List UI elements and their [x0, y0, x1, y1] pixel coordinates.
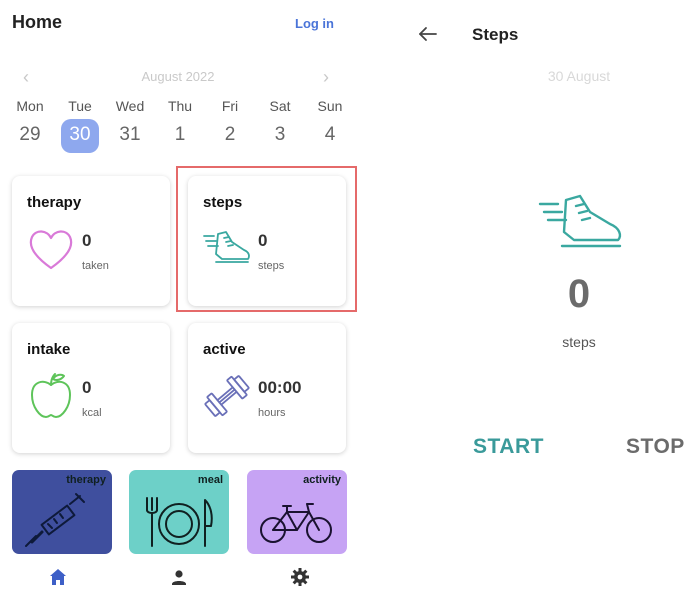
- activity-tile[interactable]: activity: [247, 470, 347, 554]
- card-title: intake: [27, 341, 71, 358]
- card-title: therapy: [27, 194, 82, 211]
- intake-value: 0: [82, 378, 92, 397]
- day-name: Tue: [68, 98, 92, 114]
- day-wed[interactable]: Wed 31: [106, 98, 154, 158]
- day-date: 3: [274, 124, 286, 145]
- back-arrow-icon[interactable]: [416, 22, 440, 46]
- apple-icon: [31, 373, 71, 418]
- intake-card[interactable]: intake 0 kcal: [12, 323, 170, 453]
- syringe-icon: [25, 493, 85, 547]
- steps-unit: steps: [562, 334, 596, 350]
- active-unit: hours: [258, 407, 286, 419]
- intake-unit: kcal: [82, 407, 102, 419]
- start-button[interactable]: START: [473, 435, 544, 459]
- day-date: 29: [19, 124, 41, 145]
- therapy-value: 0: [82, 231, 92, 250]
- settings-icon[interactable]: [289, 566, 311, 588]
- day-name: Wed: [115, 98, 145, 114]
- day-name: Fri: [221, 98, 239, 114]
- steps-card-highlight: [176, 166, 357, 312]
- steps-count: 0: [567, 272, 591, 316]
- active-card[interactable]: active 00:00 hours: [188, 323, 346, 453]
- day-tue-selected[interactable]: Tue 30: [56, 98, 104, 158]
- day-name: Thu: [167, 98, 193, 114]
- therapy-unit: taken: [82, 260, 109, 272]
- home-screen: Home Log in ‹ August 2022 › Mon 29 Tue 3…: [0, 0, 360, 591]
- card-title: active: [203, 341, 246, 358]
- tile-label: therapy: [66, 474, 106, 486]
- bottom-nav: [0, 562, 356, 591]
- month-label: August 2022: [141, 69, 215, 84]
- day-name: Mon: [16, 98, 44, 114]
- therapy-tile[interactable]: therapy: [12, 470, 112, 554]
- month-selector: ‹ August 2022 ›: [0, 66, 356, 88]
- home-icon[interactable]: [47, 566, 69, 588]
- day-sun[interactable]: Sun 4: [306, 98, 354, 158]
- therapy-card[interactable]: therapy 0 taken: [12, 176, 170, 306]
- tile-label: activity: [303, 474, 341, 486]
- day-date: 30: [61, 119, 99, 153]
- active-value: 00:00: [258, 378, 302, 397]
- chevron-right-icon[interactable]: ›: [316, 66, 336, 88]
- steps-screen: Steps 30 August 0 steps START STOP: [378, 0, 689, 591]
- week-strip: Mon 29 Tue 30 Wed 31 Thu 1 Fri 2 Sat 3 S…: [6, 98, 358, 158]
- heart-icon: [29, 230, 73, 270]
- plate-cutlery-icon: [146, 497, 213, 547]
- tile-label: meal: [197, 474, 223, 486]
- page-title: Home: [12, 12, 63, 32]
- shoe-icon: [538, 194, 622, 248]
- day-date: 4: [324, 124, 336, 145]
- day-date: 31: [119, 124, 141, 145]
- day-mon[interactable]: Mon 29: [6, 98, 54, 158]
- dumbbell-icon: [204, 375, 250, 417]
- meal-tile[interactable]: meal: [129, 470, 229, 554]
- day-date: 2: [224, 124, 236, 145]
- day-sat[interactable]: Sat 3: [256, 98, 304, 158]
- day-date: 1: [174, 124, 186, 145]
- stop-button[interactable]: STOP: [626, 435, 685, 459]
- bicycle-icon: [260, 503, 332, 543]
- day-name: Sat: [269, 98, 291, 114]
- page-title: Steps: [472, 25, 519, 44]
- profile-icon[interactable]: [168, 566, 190, 588]
- day-thu[interactable]: Thu 1: [156, 98, 204, 158]
- day-name: Sun: [317, 98, 343, 114]
- day-fri[interactable]: Fri 2: [206, 98, 254, 158]
- date-label: 30 August: [547, 68, 611, 84]
- login-link[interactable]: Log in: [295, 16, 334, 31]
